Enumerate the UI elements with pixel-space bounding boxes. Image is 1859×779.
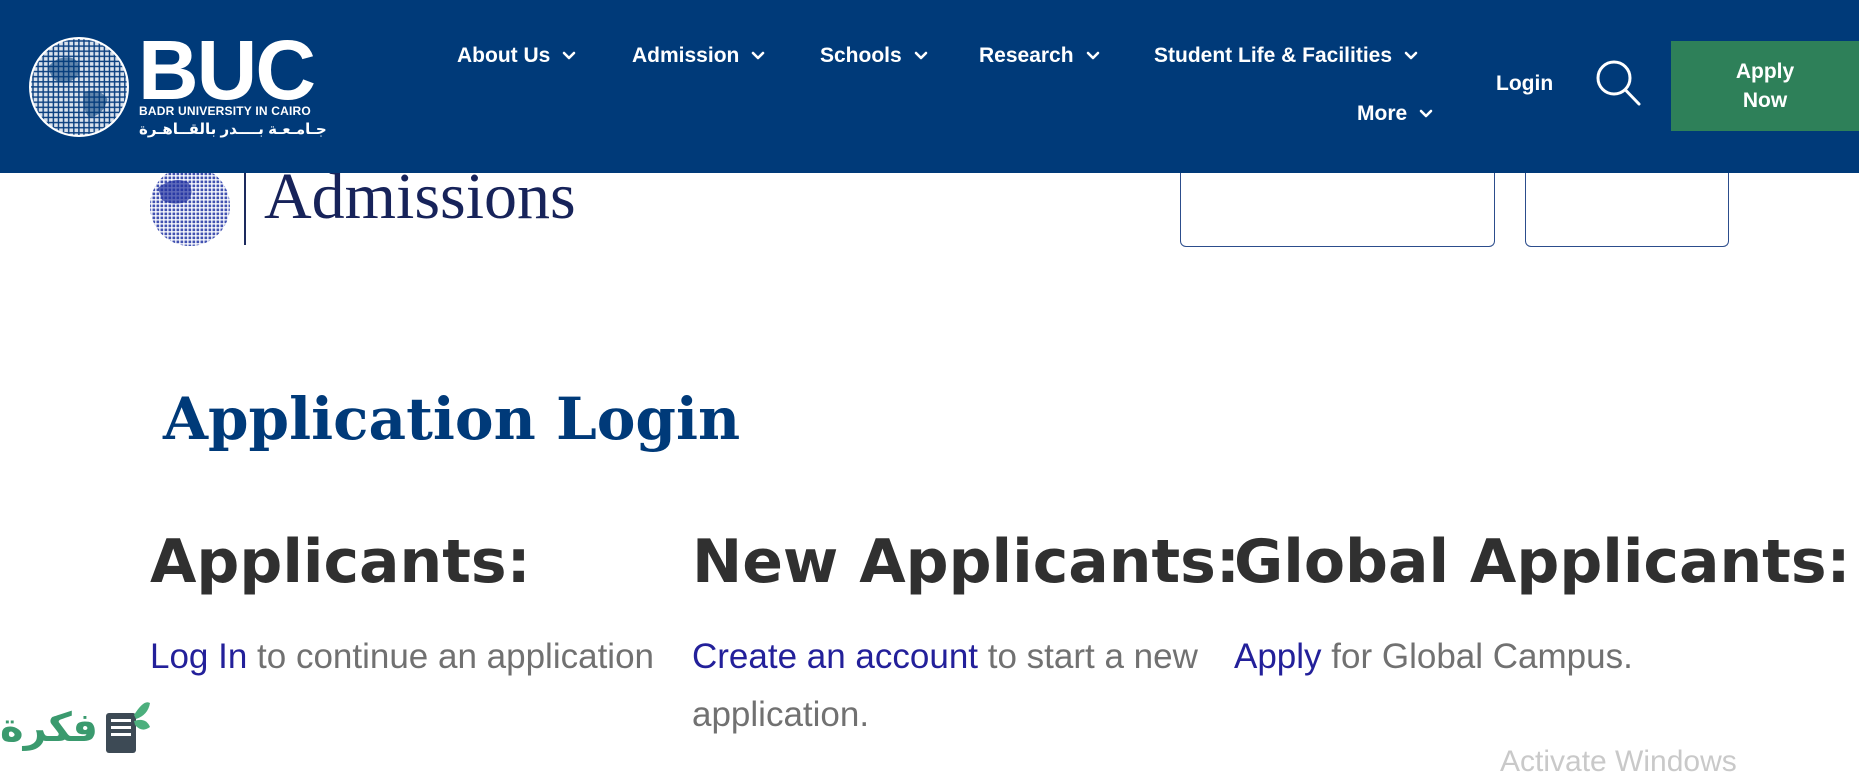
- chevron-down-icon: [563, 51, 576, 60]
- nav-more[interactable]: More: [1357, 102, 1433, 126]
- nav-research[interactable]: Research: [979, 44, 1100, 68]
- column-text: Apply for Global Campus.: [1234, 628, 1754, 686]
- banner-outline-button-2[interactable]: [1525, 173, 1729, 247]
- site-header: BUC BADR UNIVERSITY IN CAIRO جـامـعـة بـ…: [0, 0, 1859, 173]
- create-account-link[interactable]: Create an account: [692, 637, 978, 676]
- new-applicants-column: New Applicants: Create an account to sta…: [692, 527, 1240, 744]
- column-text: Log In to continue an application: [150, 628, 670, 686]
- chevron-down-icon: [1419, 109, 1433, 118]
- column-heading: Applicants:: [150, 527, 531, 597]
- nav-label: Student Life & Facilities: [1154, 44, 1393, 67]
- logo-subtitle: BADR UNIVERSITY IN CAIRO: [139, 104, 311, 118]
- chevron-down-icon: [1086, 51, 1099, 60]
- admissions-globe-icon: [150, 168, 230, 246]
- applicants-column: Applicants: Log In to continue an applic…: [150, 532, 670, 686]
- nav-label: More: [1357, 102, 1408, 125]
- column-description: for Global Campus.: [1321, 637, 1633, 676]
- activate-windows-text: Activate Windows: [1500, 745, 1737, 778]
- apply-now-label: Apply Now: [1735, 60, 1795, 112]
- nav-label: Admission: [632, 44, 740, 67]
- fikra-watermark-logo: فكرة: [0, 697, 152, 759]
- logo-arabic-text: جـامـعـة بــــدر بالقــاهـرة: [139, 121, 327, 138]
- column-heading: Global Applicants:: [1234, 527, 1851, 597]
- admissions-divider: [244, 172, 246, 245]
- log-in-link[interactable]: Log In: [150, 637, 247, 676]
- column-description: to continue an application: [247, 637, 654, 676]
- apply-link[interactable]: Apply: [1234, 637, 1322, 676]
- column-heading: New Applicants:: [692, 527, 1240, 597]
- admissions-banner-title: Admissions: [264, 160, 576, 233]
- globe-logo-icon: [29, 37, 129, 137]
- chevron-down-icon: [752, 51, 765, 60]
- nav-label: Schools: [820, 44, 902, 67]
- nav-admission[interactable]: Admission: [632, 44, 765, 68]
- login-link[interactable]: Login: [1496, 72, 1553, 96]
- nav-label: About Us: [457, 44, 551, 67]
- banner-outline-button-1[interactable]: [1180, 173, 1495, 247]
- search-icon[interactable]: [1594, 58, 1642, 108]
- book-leaf-icon: [106, 702, 150, 753]
- page-title: Application Login: [163, 385, 741, 453]
- nav-about-us[interactable]: About Us: [457, 44, 576, 68]
- buc-logo[interactable]: BUC BADR UNIVERSITY IN CAIRO جـامـعـة بـ…: [28, 28, 328, 138]
- nav-schools[interactable]: Schools: [820, 44, 928, 68]
- apply-now-button[interactable]: Apply Now: [1671, 41, 1859, 131]
- nav-student-life[interactable]: Student Life & Facilities: [1154, 44, 1418, 68]
- column-text: Create an account to start a new applica…: [692, 628, 1212, 744]
- nav-label: Research: [979, 44, 1074, 67]
- logo-brand-text: BUC: [138, 23, 316, 117]
- watermark-text: فكرة: [0, 705, 98, 751]
- chevron-down-icon: [914, 51, 927, 60]
- global-applicants-column: Global Applicants: Apply for Global Camp…: [1234, 527, 1851, 686]
- chevron-down-icon: [1404, 51, 1418, 60]
